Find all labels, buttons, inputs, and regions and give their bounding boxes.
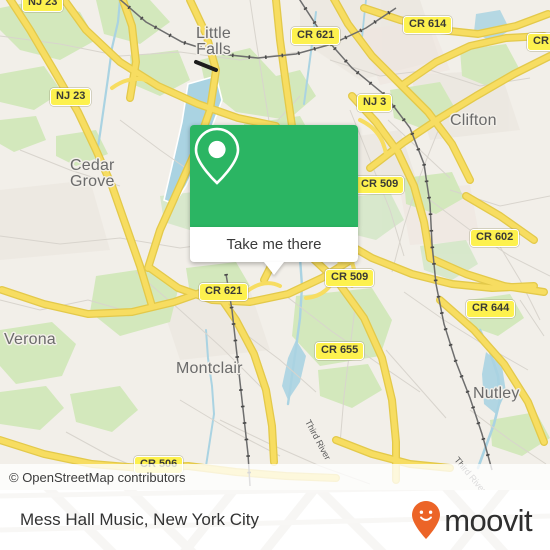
highway-shield-cr-602[interactable]: CR 602 bbox=[470, 229, 520, 247]
take-me-there-button[interactable]: Take me there bbox=[190, 227, 358, 275]
highway-shield-nj-3[interactable]: NJ 3 bbox=[357, 94, 393, 112]
take-me-there-label: Take me there bbox=[226, 236, 322, 253]
card-pointer-tail bbox=[264, 262, 284, 275]
highway-shield-cr-614[interactable]: CR 614 bbox=[403, 16, 453, 34]
map-screenshot: Little Falls Clifton Cedar Grove Verona Mo… bbox=[0, 0, 550, 550]
location-info-card[interactable]: Take me there bbox=[190, 125, 358, 275]
highway-shield-cr-621[interactable]: CR 621 bbox=[199, 283, 249, 301]
highway-shield-nj-23[interactable]: NJ 23 bbox=[50, 88, 92, 106]
card-header bbox=[190, 125, 358, 227]
highway-shield-cr-509[interactable]: CR 509 bbox=[355, 176, 405, 194]
map-canvas[interactable]: Little Falls Clifton Cedar Grove Verona Mo… bbox=[0, 0, 550, 490]
highway-shield-nj-23[interactable]: NJ 23 bbox=[22, 0, 64, 12]
highway-shield-cr-644[interactable]: CR 644 bbox=[466, 300, 516, 318]
highway-shield-cr-655[interactable]: CR 655 bbox=[315, 342, 365, 360]
highway-shield-cr-621[interactable]: CR 621 bbox=[291, 27, 341, 45]
page-title: Mess Hall Music, New York City bbox=[20, 510, 260, 529]
highway-shield-cr-509[interactable]: CR 509 bbox=[325, 269, 375, 287]
attribution-text[interactable]: © OpenStreetMap contributors bbox=[0, 470, 186, 485]
moovit-logo[interactable]: moovit bbox=[411, 500, 550, 540]
map-attribution-bar: © OpenStreetMap contributors bbox=[0, 464, 550, 490]
footer-bar: Mess Hall Music, New York City moovit bbox=[0, 490, 550, 550]
highway-shield-cr[interactable]: CR bbox=[527, 33, 550, 51]
map-pin-icon bbox=[194, 127, 240, 185]
moovit-pin-icon bbox=[412, 501, 441, 539]
moovit-wordmark: moovit bbox=[444, 502, 532, 538]
